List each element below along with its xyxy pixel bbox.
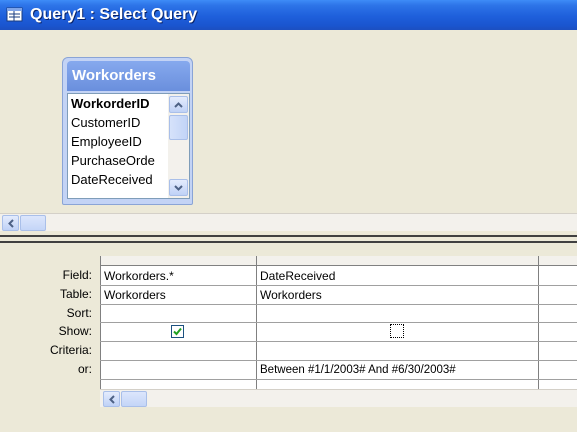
grid-line bbox=[100, 341, 577, 342]
grid-cell-field[interactable]: DateReceived bbox=[257, 267, 538, 285]
table-pane[interactable]: Workorders WorkorderID CustomerID Employ… bbox=[0, 30, 577, 235]
show-checkbox[interactable] bbox=[390, 324, 404, 338]
scroll-thumb[interactable] bbox=[169, 115, 188, 140]
grid-cell-criteria[interactable] bbox=[101, 361, 256, 379]
horizontal-scroll-thumb[interactable] bbox=[20, 215, 46, 231]
field-list-item-datereceived[interactable]: DateReceived bbox=[71, 172, 163, 190]
table-pane-horizontal-scrollbar[interactable] bbox=[0, 213, 577, 231]
table-field-list[interactable]: Workorders WorkorderID CustomerID Employ… bbox=[62, 57, 193, 205]
grid-cell-field[interactable]: Workorders.* bbox=[101, 267, 256, 285]
field-list-item-customerid[interactable]: CustomerID bbox=[71, 115, 163, 133]
row-label-criteria: Criteria: bbox=[49, 343, 92, 357]
scroll-left-button[interactable] bbox=[2, 215, 19, 231]
field-list[interactable]: WorkorderID CustomerID EmployeeID Purcha… bbox=[67, 93, 190, 199]
row-label-or: or: bbox=[77, 362, 92, 376]
window-title: Query1 : Select Query bbox=[30, 6, 198, 23]
pane-splitter[interactable] bbox=[0, 235, 577, 243]
checkmark-icon bbox=[173, 327, 182, 336]
scroll-down-button[interactable] bbox=[169, 179, 188, 196]
scroll-left-arrow-icon bbox=[7, 218, 14, 228]
scroll-down-arrow-icon bbox=[174, 184, 183, 191]
query-design-icon bbox=[6, 7, 23, 22]
row-label-sort: Sort: bbox=[66, 306, 92, 320]
scroll-up-arrow-icon bbox=[174, 101, 183, 108]
row-label-table: Table: bbox=[59, 287, 92, 301]
row-label-field: Field: bbox=[62, 268, 92, 282]
window-titlebar[interactable]: Query1 : Select Query bbox=[0, 0, 577, 30]
horizontal-scroll-thumb[interactable] bbox=[121, 391, 147, 407]
design-grid[interactable]: Workorders.* Workorders DateReceived Wor… bbox=[100, 256, 577, 389]
table-field-list-title[interactable]: Workorders bbox=[67, 61, 190, 91]
show-checkbox[interactable] bbox=[171, 325, 184, 338]
grid-cell-sort[interactable] bbox=[101, 305, 256, 323]
field-list-item-purchaseorder[interactable]: PurchaseOrde bbox=[71, 153, 163, 171]
grid-cell-sort[interactable] bbox=[257, 305, 538, 323]
column-selector-strip[interactable] bbox=[100, 256, 577, 266]
field-list-vertical-scrollbar[interactable] bbox=[168, 94, 189, 198]
scroll-up-button[interactable] bbox=[169, 96, 188, 113]
design-grid-horizontal-scrollbar[interactable] bbox=[100, 389, 577, 407]
scroll-left-arrow-icon bbox=[108, 394, 115, 404]
scroll-left-button[interactable] bbox=[103, 391, 120, 407]
field-list-item-employeeid[interactable]: EmployeeID bbox=[71, 134, 163, 152]
grid-cell-criteria[interactable]: Between #1/1/2003# And #6/30/2003# bbox=[257, 361, 538, 379]
grid-cell-table[interactable]: Workorders bbox=[101, 286, 256, 304]
field-list-item-workorderid[interactable]: WorkorderID bbox=[71, 96, 163, 114]
row-label-show: Show: bbox=[58, 324, 92, 338]
design-grid-pane[interactable]: Field: Table: Sort: Show: Criteria: or: … bbox=[0, 243, 577, 432]
grid-cell-table[interactable]: Workorders bbox=[257, 286, 538, 304]
